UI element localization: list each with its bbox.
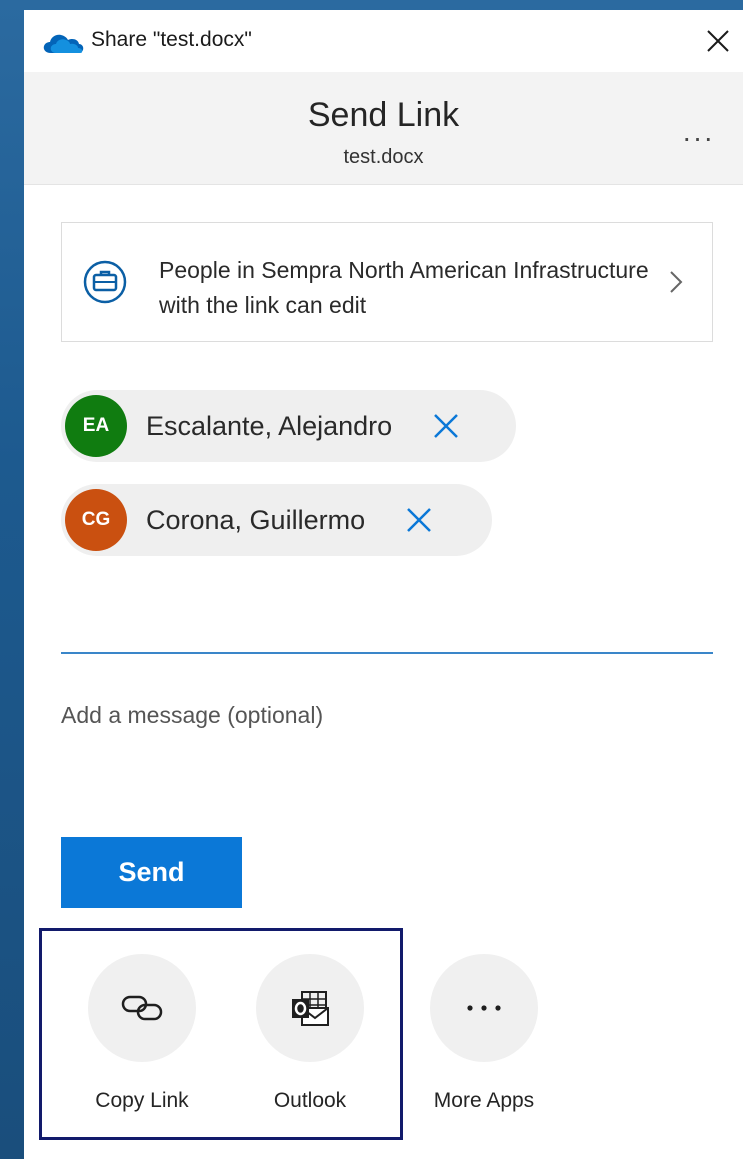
send-button[interactable]: Send — [61, 837, 242, 908]
chevron-right-icon — [670, 271, 683, 293]
remove-recipient-icon[interactable] — [432, 412, 460, 440]
window-title: Share "test.docx" — [91, 28, 252, 51]
onedrive-cloud-icon — [43, 34, 84, 53]
message-field[interactable] — [61, 702, 713, 812]
briefcase-icon — [83, 260, 127, 304]
close-button[interactable] — [701, 24, 735, 58]
more-options-button[interactable]: ... — [679, 116, 719, 147]
avatar: EA — [65, 395, 127, 457]
send-link-header: Send Link test.docx ... — [24, 72, 743, 185]
link-permission-button[interactable]: People in Sempra North American Infrastr… — [61, 222, 713, 342]
recipient-name: Escalante, Alejandro — [146, 410, 393, 441]
share-dialog: Share "test.docx" Send Link test.docx ..… — [24, 10, 743, 1159]
app-icon-circle — [256, 954, 364, 1062]
recipient-name: Corona, Guillermo — [146, 504, 366, 535]
copy-link-button[interactable]: Copy Link — [72, 954, 212, 1113]
permission-text: People in Sempra North American Infrastr… — [159, 257, 649, 318]
recipient-chip: CG Corona, Guillermo — [61, 484, 492, 556]
more-apps-button[interactable]: More Apps — [414, 954, 554, 1113]
avatar: CG — [65, 489, 127, 551]
app-icon-circle — [88, 954, 196, 1062]
outlook-icon — [292, 991, 329, 1026]
app-icon-circle — [430, 954, 538, 1062]
outlook-button[interactable]: Outlook — [240, 954, 380, 1113]
recipient-input[interactable] — [61, 602, 713, 654]
recipient-chip: EA Escalante, Alejandro — [61, 390, 516, 462]
app-label: More Apps — [433, 1089, 535, 1112]
remove-recipient-icon[interactable] — [405, 506, 433, 534]
close-icon — [707, 30, 729, 52]
file-name: test.docx — [343, 146, 424, 168]
link-icon — [121, 995, 163, 1021]
page-title: Send Link — [307, 96, 460, 134]
app-label: Outlook — [273, 1089, 347, 1112]
app-label: Copy Link — [95, 1089, 189, 1112]
title-bar: Share "test.docx" — [24, 10, 743, 72]
ellipsis-icon — [467, 1005, 501, 1011]
